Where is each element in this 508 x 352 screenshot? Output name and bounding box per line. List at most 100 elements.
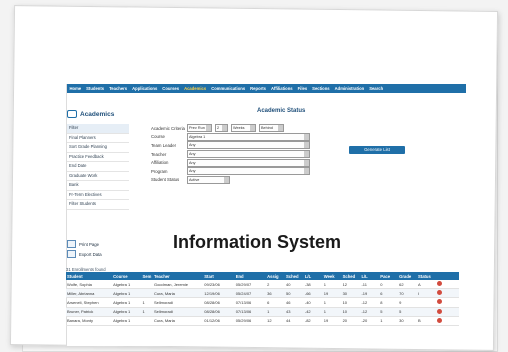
- table-cell: 5: [398, 307, 418, 317]
- nav-item-affiliations[interactable]: Affiliations: [268, 86, 295, 91]
- column-header[interactable]: Grade: [398, 272, 418, 280]
- delete-icon[interactable]: [436, 281, 442, 287]
- column-header[interactable]: Course: [112, 272, 142, 280]
- form-row: Affiliation Any: [151, 158, 371, 167]
- nav-item-courses[interactable]: Courses: [160, 86, 182, 91]
- nav-item-files[interactable]: Files: [295, 86, 310, 91]
- column-header[interactable]: Status: [417, 272, 436, 280]
- form-select[interactable]: Any: [187, 158, 310, 167]
- form-select[interactable]: Any: [187, 150, 310, 159]
- table-cell: 08/28/06: [203, 297, 235, 308]
- table-cell: Algebra 1: [112, 316, 142, 326]
- table-cell: 12: [341, 280, 361, 290]
- delete-cell: [435, 297, 459, 308]
- form-select[interactable]: 2: [215, 124, 228, 133]
- filter-form: Academic Criteria Prev Run 2 Weeks Behind Cou…: [151, 124, 371, 184]
- table-cell: [141, 280, 153, 290]
- column-header-actions: [435, 272, 459, 280]
- form-row: Student Status Active: [151, 175, 371, 185]
- nav-item-sections[interactable]: Sections: [310, 86, 332, 91]
- table-cell: 09/23/06: [203, 280, 235, 290]
- table-cell: 50: [285, 288, 304, 299]
- table-row[interactable]: Banara, Monty Algebra 1 Cura, Maria 01/12/0…: [66, 316, 459, 326]
- table-cell: Cura, Maria: [152, 316, 204, 326]
- sidebar-list: Filter Final Planners Sort Grade Planning P…: [67, 124, 129, 210]
- delete-icon[interactable]: [436, 299, 442, 305]
- column-header[interactable]: Assig: [266, 272, 285, 280]
- column-header[interactable]: Sched: [341, 272, 361, 280]
- table-cell: [141, 288, 153, 299]
- form-label: Course: [151, 134, 165, 140]
- form-label: Student Status: [151, 177, 180, 183]
- column-header[interactable]: Week: [322, 272, 342, 280]
- column-header[interactable]: L/L: [303, 272, 323, 280]
- form-select[interactable]: Weeks: [231, 124, 256, 133]
- nav-item-home[interactable]: Home: [67, 86, 84, 91]
- table-row[interactable]: Miller, Abrianna Algebra 1 Cura, Maria 12/1…: [66, 288, 459, 299]
- sidebar-item[interactable]: End Date: [67, 162, 129, 172]
- table-cell: 10: [341, 307, 361, 317]
- column-header[interactable]: Pace: [379, 272, 399, 280]
- column-header[interactable]: Start: [203, 272, 235, 280]
- table-cell: 0: [379, 280, 399, 290]
- table-cell: Algebra 1: [112, 297, 142, 308]
- column-header[interactable]: Teacher: [152, 272, 204, 280]
- table-cell: -20: [360, 316, 380, 326]
- sidebar-item[interactable]: Final Planners: [67, 134, 129, 143]
- table-cell: -19: [360, 288, 380, 299]
- form-select[interactable]: Algebra 1: [187, 132, 310, 141]
- delete-cell: [435, 288, 459, 299]
- nav-item-administration[interactable]: Administration: [332, 86, 367, 91]
- form-title: Academic Status: [257, 108, 306, 114]
- table-cell: 46: [285, 297, 304, 308]
- table-cell: -11: [360, 280, 380, 290]
- nav-item-applications[interactable]: Applications: [130, 86, 160, 91]
- delete-cell: [435, 307, 459, 317]
- table-cell: -38: [303, 280, 323, 290]
- table-cell: 30: [398, 316, 418, 326]
- nav-item-teachers[interactable]: Teachers: [107, 86, 130, 91]
- column-header[interactable]: Sem: [141, 272, 153, 280]
- enrollments-table: Student Course Sem Teacher Start End Assig Sche…: [66, 272, 459, 326]
- table-row[interactable]: Wolfe, Sophia Algebra 1 Goodman, Jeremie 09…: [66, 280, 459, 290]
- table-cell: 1: [322, 307, 342, 317]
- form-label: Team Leader: [151, 142, 177, 148]
- form-select[interactable]: Any: [187, 141, 310, 150]
- column-header[interactable]: Sched: [285, 272, 304, 280]
- form-row: Course Algebra 1: [151, 132, 371, 142]
- table-cell: 1: [322, 297, 342, 308]
- sidebar-item[interactable]: Fr-Term Electives: [67, 191, 129, 200]
- sidebar-item[interactable]: Bank: [67, 181, 129, 191]
- form-select[interactable]: Any: [187, 167, 310, 176]
- column-header[interactable]: L/L: [360, 272, 380, 280]
- sidebar-item[interactable]: Graduate Work: [67, 172, 129, 181]
- sidebar-item[interactable]: Practice Feedback: [67, 153, 129, 162]
- nav-item-reports[interactable]: Reports: [248, 86, 269, 91]
- form-row: Team Leader Any: [151, 141, 371, 150]
- sidebar-item[interactable]: Filter: [67, 124, 129, 134]
- export-data-button[interactable]: Export Data: [67, 249, 129, 259]
- nav-item-students[interactable]: Students: [84, 86, 107, 91]
- generate-list-button[interactable]: Generate List: [349, 146, 405, 154]
- nav-item-search[interactable]: Search: [367, 86, 386, 91]
- column-header[interactable]: Student: [66, 272, 113, 280]
- sidebar-item[interactable]: Sort Grade Planning: [67, 143, 129, 153]
- delete-icon[interactable]: [436, 290, 442, 296]
- form-select[interactable]: Behind: [259, 124, 284, 133]
- print-page-button[interactable]: Print Page: [67, 239, 129, 249]
- table-cell: 05/24/07: [234, 288, 267, 299]
- nav-item-academics[interactable]: Academics: [182, 86, 209, 91]
- form-select[interactable]: Prev Run: [187, 124, 212, 133]
- table-cell: -42: [303, 307, 323, 317]
- sidebar-item[interactable]: Filter Students: [67, 200, 129, 210]
- table-row[interactable]: Arseneli, Stephen Algebra 1 1 Sellmoradi 08/…: [66, 297, 459, 308]
- column-header[interactable]: End: [234, 272, 267, 280]
- table-row[interactable]: Bruner, Patrick Algebra 1 1 Sellmoradi 08/28…: [66, 307, 459, 317]
- delete-icon[interactable]: [436, 308, 442, 314]
- table-cell: 9: [398, 297, 418, 308]
- delete-icon[interactable]: [436, 317, 442, 323]
- nav-item-communications[interactable]: Communications: [209, 86, 248, 91]
- table-cell: 6: [266, 297, 285, 308]
- table-cell: 44: [285, 316, 304, 326]
- form-select[interactable]: Active: [187, 175, 230, 184]
